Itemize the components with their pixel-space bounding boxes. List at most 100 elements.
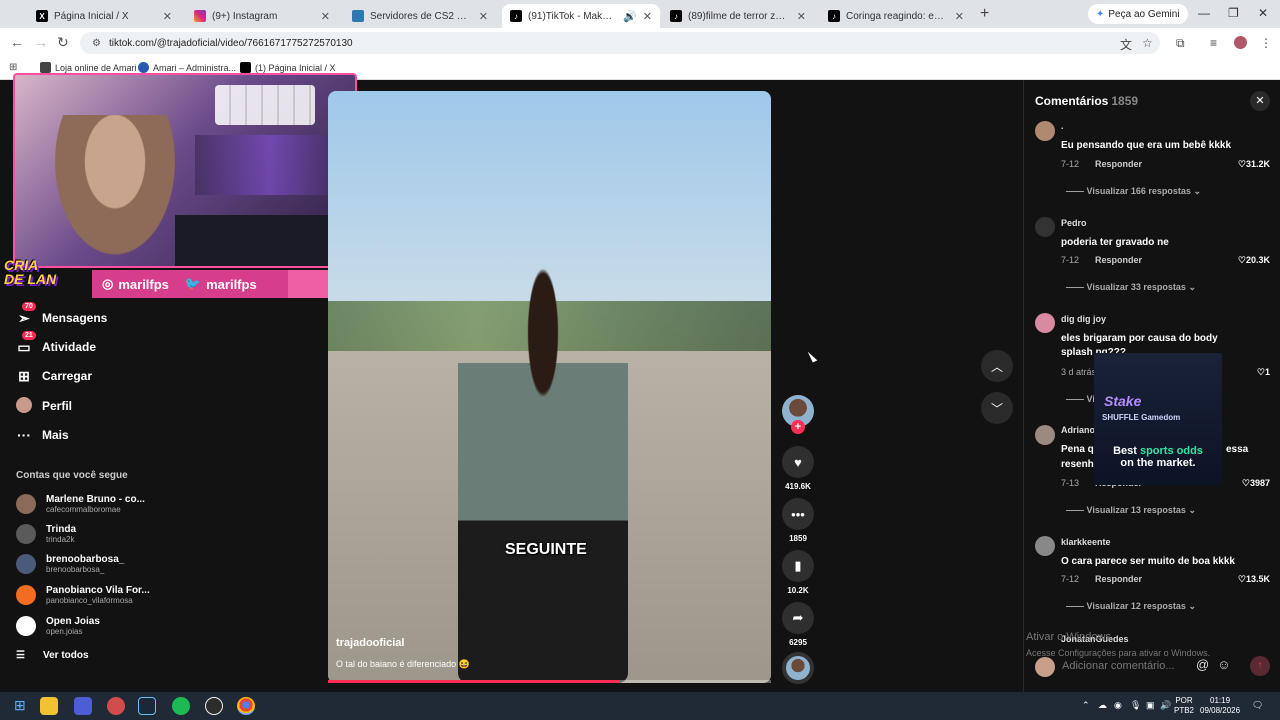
notifications-icon[interactable]: 🗨 bbox=[1252, 700, 1263, 711]
tray-app-icon[interactable]: ☁ bbox=[1098, 700, 1107, 711]
site-info-icon[interactable]: ⚙ bbox=[92, 38, 101, 49]
see-all-link[interactable]: ☰ Ver todos bbox=[16, 650, 89, 661]
windows-start-icon[interactable]: ⊞ bbox=[14, 697, 26, 714]
spotify-icon[interactable] bbox=[172, 697, 190, 715]
avatar[interactable] bbox=[1035, 313, 1055, 333]
close-tab-icon[interactable]: ✕ bbox=[479, 10, 488, 23]
close-window-icon[interactable]: ✕ bbox=[1258, 6, 1268, 20]
comment-like[interactable]: ♡20.3K bbox=[1222, 255, 1270, 266]
bookmark-loja-amari[interactable]: Loja online de Amari bbox=[40, 62, 137, 73]
following-account[interactable]: Open Joias open.joias bbox=[16, 613, 100, 639]
sidebar-item-upload[interactable]: ⊞ Carregar bbox=[16, 365, 92, 387]
previous-video-button[interactable]: ︿ bbox=[981, 350, 1013, 382]
following-account[interactable]: Trinda trinda2k bbox=[16, 521, 76, 547]
bookmark-x-home[interactable]: (1) Página Inicial / X bbox=[240, 62, 336, 73]
tab-cs2-servers[interactable]: Servidores de CS2 Disponíveis✕ bbox=[344, 4, 496, 28]
comment-author[interactable]: . bbox=[1061, 121, 1064, 131]
new-tab-button[interactable]: + bbox=[980, 5, 989, 23]
avatar[interactable] bbox=[1035, 536, 1055, 556]
avatar[interactable] bbox=[1035, 217, 1055, 237]
comment-icon[interactable]: ••• bbox=[782, 498, 814, 530]
following-account[interactable]: Marlene Bruno - co... cafecommalboromae bbox=[16, 491, 145, 517]
view-replies-button[interactable]: —— Visualizar 12 respostas ⌄ bbox=[1066, 601, 1196, 612]
tray-chevron-icon[interactable]: ⌃ bbox=[1082, 700, 1090, 711]
forward-icon[interactable]: → bbox=[34, 34, 48, 50]
following-account[interactable]: brenoobarbosa_ brenoobarbosa_ bbox=[16, 551, 124, 577]
restore-icon[interactable]: ❐ bbox=[1228, 6, 1239, 20]
comment-author[interactable]: klarkkeente bbox=[1061, 537, 1111, 547]
tab-tiktok-active[interactable]: ♪ (91)TikTok - Make Your Day🔊✕ bbox=[502, 4, 660, 28]
close-comments-icon[interactable]: ✕ bbox=[1250, 91, 1270, 111]
comment-like[interactable]: ♡31.2K bbox=[1222, 159, 1270, 170]
share-arrow-icon[interactable]: ➦ bbox=[782, 602, 814, 634]
chrome-icon[interactable] bbox=[237, 697, 255, 715]
avatar[interactable] bbox=[1035, 425, 1055, 445]
reply-button[interactable]: Responder bbox=[1095, 159, 1142, 169]
microphone-icon[interactable]: 🎙 bbox=[1130, 700, 1141, 711]
view-replies-button[interactable]: —— Visualizar 33 respostas ⌄ bbox=[1066, 282, 1196, 293]
profile-avatar[interactable] bbox=[1234, 36, 1247, 49]
share-action[interactable]: ➦ 6295 bbox=[781, 602, 815, 647]
comment-like[interactable]: ♡13.5K bbox=[1222, 574, 1270, 585]
comment-author[interactable]: Adriano bbox=[1061, 425, 1095, 435]
language-indicator[interactable]: POR PTB2 bbox=[1174, 696, 1194, 716]
obs-icon[interactable] bbox=[205, 697, 223, 715]
steam-icon[interactable] bbox=[138, 697, 156, 715]
view-replies-button[interactable]: —— Visualizar 166 respostas ⌄ bbox=[1066, 186, 1201, 197]
close-tab-icon[interactable]: ✕ bbox=[797, 10, 806, 23]
comment-author[interactable]: dig dig joy bbox=[1061, 314, 1106, 324]
chrome-alt-icon[interactable] bbox=[107, 697, 125, 715]
comment-like[interactable]: ♡1 bbox=[1222, 367, 1270, 378]
bookmark-icon[interactable]: ▮ bbox=[782, 550, 814, 582]
emoji-icon[interactable]: ☺ bbox=[1217, 657, 1230, 672]
view-replies-button[interactable]: —— Visualizar 13 respostas ⌄ bbox=[1066, 505, 1196, 516]
close-tab-icon[interactable]: ✕ bbox=[955, 10, 964, 23]
tab-tiktok-horror[interactable]: ♪ (89)filme de terror ze vitor e ra✕ bbox=[662, 4, 814, 28]
extensions-icon[interactable]: ⧉ bbox=[1176, 36, 1185, 51]
follow-plus-button[interactable]: + bbox=[791, 420, 805, 434]
tab-x-home[interactable]: X Página Inicial / X ✕ bbox=[28, 4, 180, 28]
media-controls-icon[interactable]: ≡ bbox=[1210, 36, 1217, 50]
tab-tiktok-coringa[interactable]: ♪ Coringa reagindo: eu com 7 ac✕ bbox=[820, 4, 972, 28]
tray-app-icon[interactable]: ◉ bbox=[1114, 700, 1122, 711]
video-player[interactable] bbox=[328, 91, 771, 683]
close-tab-icon[interactable]: ✕ bbox=[643, 10, 652, 23]
sidebar-item-more[interactable]: ··· Mais bbox=[16, 424, 69, 446]
following-account[interactable]: Panobianco Vila For... panobianco_vilafor… bbox=[16, 582, 150, 608]
post-comment-button[interactable]: ↑ bbox=[1250, 656, 1270, 676]
comment-action[interactable]: ••• 1859 bbox=[781, 498, 815, 543]
volume-icon[interactable]: 🔊 bbox=[1160, 700, 1171, 711]
apps-icon[interactable] bbox=[74, 697, 92, 715]
file-explorer-icon[interactable] bbox=[40, 697, 58, 715]
reply-button[interactable]: Responder bbox=[1095, 574, 1142, 584]
reply-button[interactable]: Responder bbox=[1095, 255, 1142, 265]
avatar[interactable] bbox=[1035, 121, 1055, 141]
comment-like[interactable]: ♡3987 bbox=[1222, 478, 1270, 489]
network-icon[interactable]: ▣ bbox=[1146, 700, 1155, 711]
like-action[interactable]: ♥ 419.6K bbox=[781, 446, 815, 491]
system-clock[interactable]: 01:19 09/08/2026 bbox=[1200, 696, 1240, 716]
reload-icon[interactable]: ↻ bbox=[57, 34, 69, 51]
address-bar[interactable]: ⚙ tiktok.com/@trajadoficial/video/766167… bbox=[80, 32, 1160, 54]
save-action[interactable]: ▮ 10.2K bbox=[781, 550, 815, 595]
menu-kebab-icon[interactable]: ⋮ bbox=[1260, 36, 1272, 50]
next-video-button[interactable]: ﹀ bbox=[981, 392, 1013, 424]
sidebar-item-profile[interactable]: Perfil bbox=[16, 395, 72, 417]
bookmark-star-icon[interactable]: ☆ bbox=[1142, 36, 1153, 50]
heart-icon[interactable]: ♥ bbox=[782, 446, 814, 478]
close-tab-icon[interactable]: ✕ bbox=[321, 10, 330, 23]
sidebar-item-activity[interactable]: ▭ 21 Atividade bbox=[16, 330, 96, 358]
music-disc-icon[interactable] bbox=[782, 652, 814, 684]
apps-grid-icon[interactable]: ⊞ bbox=[9, 62, 17, 73]
back-icon[interactable]: ← bbox=[10, 34, 24, 50]
tab-instagram[interactable]: (9+) Instagram ✕ bbox=[186, 4, 338, 28]
sidebar-item-messages[interactable]: ➣ 70 Mensagens bbox=[16, 301, 107, 329]
view-replies-button[interactable]: —— Vi bbox=[1066, 394, 1095, 404]
sports-betting-ad[interactable]: Stake SHUFFLE Gamedom Best sports odds on… bbox=[1094, 353, 1222, 485]
translate-icon[interactable]: 文 bbox=[1120, 36, 1132, 53]
minimize-icon[interactable]: — bbox=[1198, 6, 1210, 20]
comment-author[interactable]: Pedro bbox=[1061, 218, 1087, 228]
gemini-button[interactable]: ✦ Peça ao Gemini bbox=[1088, 4, 1188, 24]
video-author[interactable]: trajadooficial bbox=[336, 637, 404, 649]
close-tab-icon[interactable]: ✕ bbox=[163, 10, 172, 23]
